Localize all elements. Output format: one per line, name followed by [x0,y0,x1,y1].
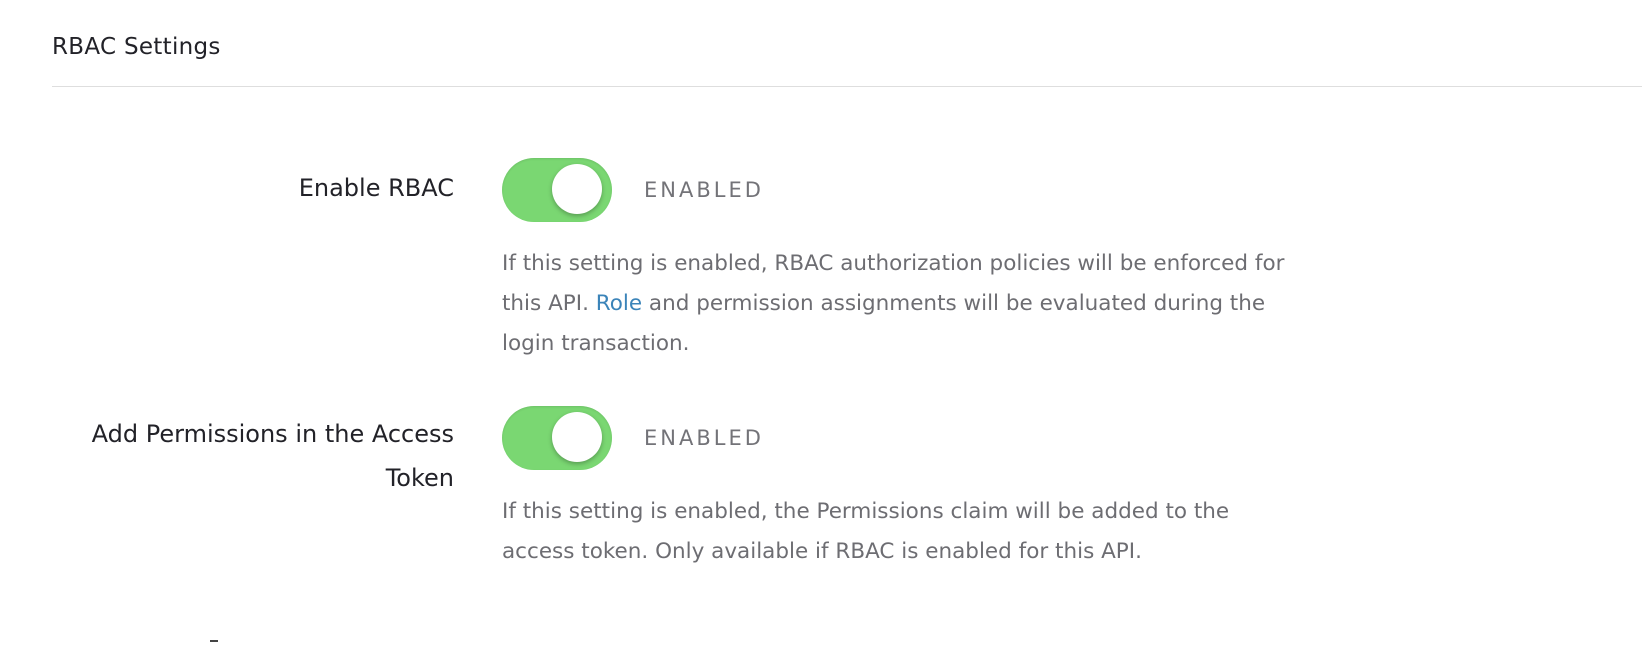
toggle-status-text: ENABLED [644,178,764,202]
toggle-status-text: ENABLED [644,426,764,450]
clipped-next-label-fragment [210,640,218,642]
setting-label: Add Permissions in the Access Token [91,420,454,492]
setting-description: If this setting is enabled, the Permissi… [502,499,1230,564]
section-divider [52,86,1642,87]
toggle-knob [552,412,602,462]
setting-description: If this setting is enabled, RBAC authori… [502,244,1302,364]
rbac-settings-page: RBAC Settings Enable RBAC ENABLED If thi… [0,0,1642,646]
role-link[interactable]: Role [596,291,642,316]
switch-line: ENABLED [502,158,1282,222]
section-title: RBAC Settings [52,34,221,60]
enable-rbac-toggle[interactable] [502,158,612,222]
add-permissions-toggle[interactable] [502,406,612,470]
setting-label: Enable RBAC [298,174,454,202]
setting-control: ENABLED If this setting is enabled, RBAC… [502,158,1284,364]
setting-control: ENABLED If this setting is enabled, the … [502,406,1282,572]
switch-line: ENABLED [502,406,1282,470]
toggle-knob [552,164,602,214]
